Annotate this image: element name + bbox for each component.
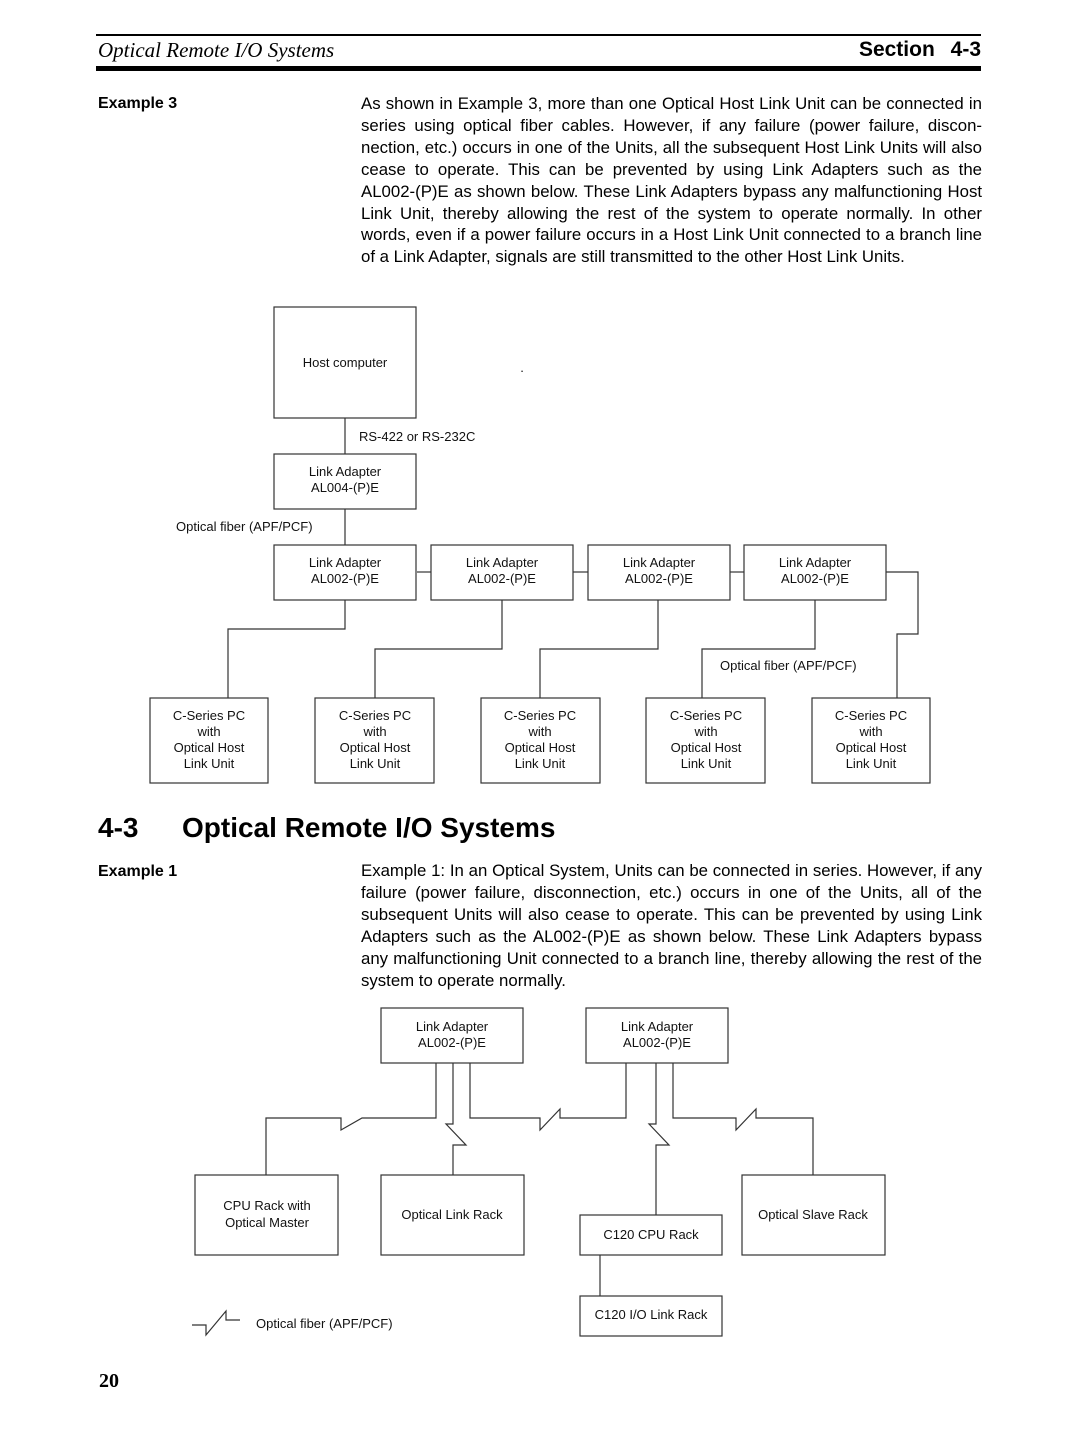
svg-text:AL002-(P)E: AL002-(P)E [418, 1035, 486, 1050]
svg-text:with: with [858, 724, 882, 739]
fiber-label-top: Optical fiber (APF/PCF) [176, 519, 313, 534]
pc-box: C-Series PC with Optical Host Link Unit [645, 697, 766, 784]
pc-box: C-Series PC with Optical Host Link Unit [149, 697, 269, 784]
link-adapter-al002-box: Link Adapter AL002-(P)E [743, 544, 887, 601]
al002-1-line1: Link Adapter [309, 555, 382, 570]
adapter4-to-pc5-line [886, 571, 919, 698]
cpu-rack-optical-master-box: CPU Rack with Optical Master [194, 1174, 339, 1256]
svg-text:Optical Master: Optical Master [225, 1215, 309, 1230]
svg-text:C-Series PC: C-Series PC [339, 708, 411, 723]
link-adapter-box: Link Adapter AL002-(P)E [585, 1007, 729, 1064]
svg-text:Link Unit: Link Unit [515, 756, 566, 771]
optical-slave-rack-box: Optical Slave Rack [741, 1174, 886, 1256]
link-adapter-al004-box: Link Adapter AL004-(P)E [273, 453, 417, 510]
al002-2-line2: AL002-(P)E [468, 571, 536, 586]
adapter3-to-pc3-line [539, 600, 659, 698]
example1-paragraph: Example 1: In an Optical System, Units c… [361, 861, 982, 990]
al002-3-line2: AL002-(P)E [625, 571, 693, 586]
adapter1-to-adapter2-fiber [469, 1063, 627, 1132]
svg-text:Optical Host: Optical Host [340, 740, 411, 755]
optical-fiber-break-icon [192, 1309, 240, 1337]
adapter4-to-pc4-line [701, 600, 816, 698]
al002-3-line1: Link Adapter [623, 555, 696, 570]
al004-line1: Link Adapter [309, 464, 382, 479]
example1-wires [265, 1063, 814, 1296]
svg-text:Optical Host: Optical Host [505, 740, 576, 755]
page-number: 20 [99, 1370, 119, 1392]
link-adapter-al002-box: Link Adapter AL002-(P)E [587, 544, 731, 601]
svg-text:C120 I/O Link Rack: C120 I/O Link Rack [595, 1307, 708, 1322]
al002-1-line2: AL002-(P)E [311, 571, 379, 586]
adapter2-to-pc2-line [374, 600, 503, 698]
pc-box: C-Series PC with Optical Host Link Unit [811, 697, 931, 784]
link-adapter-al002-box: Link Adapter AL002-(P)E [273, 544, 417, 601]
svg-text:C-Series PC: C-Series PC [835, 708, 907, 723]
svg-text:Link Unit: Link Unit [350, 756, 401, 771]
rs-interface-label: RS-422 or RS-232C [359, 429, 475, 444]
pc-box: C-Series PC with Optical Host Link Unit [314, 697, 435, 784]
c120-io-link-rack-box: C120 I/O Link Rack [579, 1295, 723, 1337]
svg-text:with: with [693, 724, 717, 739]
pc-box: C-Series PC with Optical Host Link Unit [480, 697, 601, 784]
svg-text:Optical Host: Optical Host [174, 740, 245, 755]
svg-text:with: with [196, 724, 220, 739]
host-computer-box: Host computer [273, 306, 417, 419]
adapter2-to-c120-cpu-fiber [647, 1063, 671, 1215]
svg-text:C-Series PC: C-Series PC [504, 708, 576, 723]
section-heading-number: 4-3 [98, 812, 139, 843]
svg-text:C-Series PC: C-Series PC [670, 708, 742, 723]
adapter2-to-slave-rack-fiber [672, 1063, 814, 1175]
section-heading: 4-3 Optical Remote I/O Systems [98, 812, 555, 844]
svg-text:with: with [362, 724, 386, 739]
svg-text:Link Adapter: Link Adapter [416, 1019, 489, 1034]
al002-2-line1: Link Adapter [466, 555, 539, 570]
example3-diagram: Host computer . RS-422 or RS-232C Link A… [149, 306, 931, 784]
svg-text:Optical Link Rack: Optical Link Rack [401, 1207, 503, 1222]
svg-text:Optical Slave Rack: Optical Slave Rack [758, 1207, 868, 1222]
al002-4-line2: AL002-(P)E [781, 571, 849, 586]
svg-text:Link Unit: Link Unit [184, 756, 235, 771]
svg-text:C120 CPU Rack: C120 CPU Rack [603, 1227, 699, 1242]
stray-dot: . [520, 360, 524, 375]
svg-text:AL002-(P)E: AL002-(P)E [623, 1035, 691, 1050]
link-adapter-al002-box: Link Adapter AL002-(P)E [430, 544, 574, 601]
svg-text:Link Unit: Link Unit [846, 756, 897, 771]
svg-text:with: with [527, 724, 551, 739]
svg-text:Link Adapter: Link Adapter [621, 1019, 694, 1034]
section-heading-title: Optical Remote I/O Systems [182, 812, 556, 843]
svg-text:C-Series PC: C-Series PC [173, 708, 245, 723]
al004-line2: AL004-(P)E [311, 480, 379, 495]
fiber-label-mid: Optical fiber (APF/PCF) [720, 658, 857, 673]
optical-link-rack-box: Optical Link Rack [380, 1174, 525, 1256]
svg-text:CPU Rack with: CPU Rack with [223, 1198, 310, 1213]
c120-cpu-rack-box: C120 CPU Rack [579, 1214, 723, 1256]
legend: Optical fiber (APF/PCF) [192, 1309, 393, 1337]
adapter1-to-cpu-rack-fiber [265, 1063, 437, 1175]
svg-text:Optical Host: Optical Host [671, 740, 742, 755]
adapter1-to-pc1-line [227, 600, 346, 698]
legend-label: Optical fiber (APF/PCF) [256, 1316, 393, 1331]
host-computer-label: Host computer [303, 355, 388, 370]
al002-4-line1: Link Adapter [779, 555, 852, 570]
svg-text:Optical Host: Optical Host [836, 740, 907, 755]
adapter1-to-link-rack-fiber [444, 1063, 468, 1175]
svg-text:Link Unit: Link Unit [681, 756, 732, 771]
link-adapter-box: Link Adapter AL002-(P)E [380, 1007, 524, 1064]
example1-label: Example 1 [98, 863, 178, 880]
